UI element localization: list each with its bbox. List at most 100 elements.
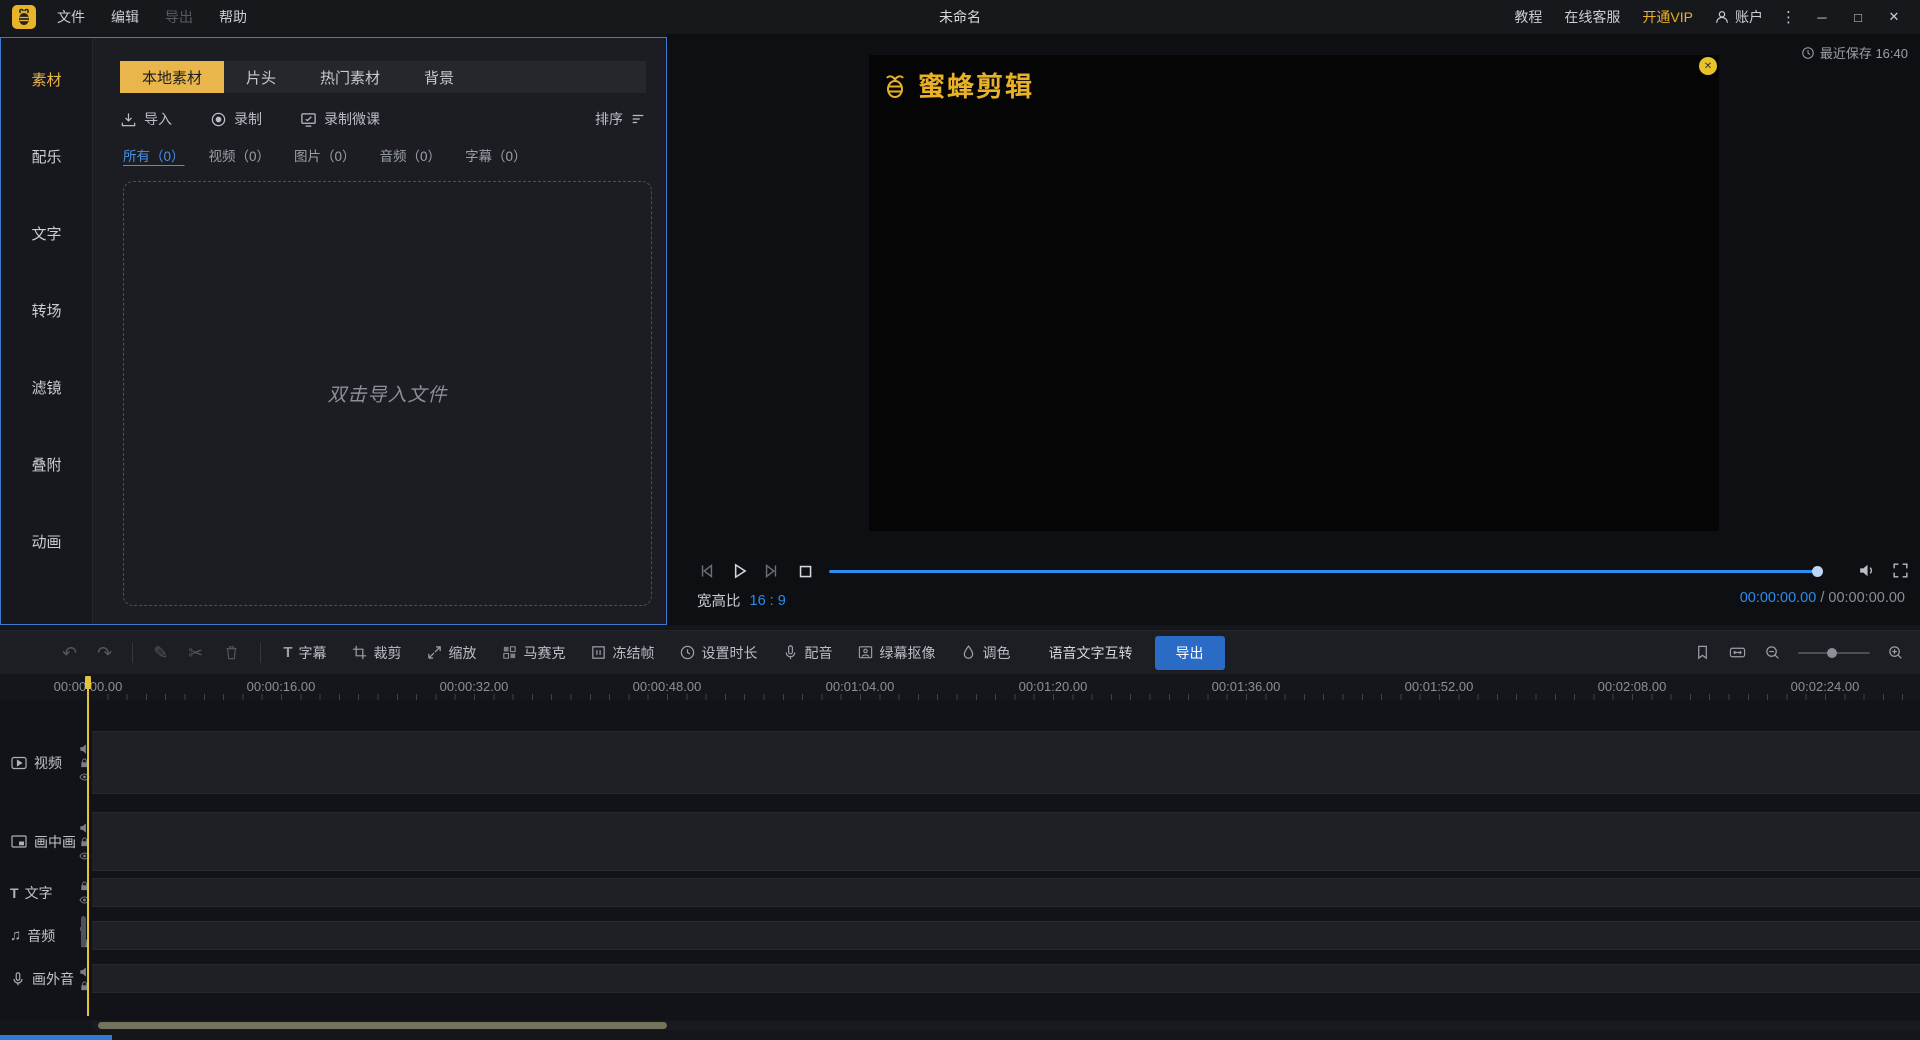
- menu-help[interactable]: 帮助: [206, 7, 260, 27]
- zoom-tool-button[interactable]: 缩放: [426, 643, 477, 663]
- bottom-scrollbar[interactable]: [0, 1035, 112, 1040]
- crop-icon: [351, 644, 368, 661]
- online-support-link[interactable]: 在线客服: [1553, 7, 1631, 27]
- record-lecture-label: 录制微课: [324, 111, 380, 127]
- stop-button[interactable]: [795, 561, 815, 581]
- ruler-label: 00:01:04.00: [825, 679, 895, 694]
- play-button[interactable]: [729, 561, 749, 581]
- export-button[interactable]: 导出: [1154, 635, 1225, 670]
- audio-track-lane[interactable]: [92, 921, 1920, 950]
- marker-flag-icon[interactable]: [1694, 644, 1711, 661]
- tutorial-link[interactable]: 教程: [1503, 7, 1553, 27]
- timecodes: 00:00:00.00 / 00:00:00.00: [1740, 590, 1905, 606]
- tool-label: 设置时长: [701, 644, 758, 661]
- timeline-ruler[interactable]: 00:00:00.00 00:00:16.00 00:00:32.00 00:0…: [0, 674, 1920, 700]
- import-dropzone[interactable]: 双击导入文件: [123, 181, 652, 606]
- menu-export[interactable]: 导出: [152, 7, 206, 27]
- filter-audio[interactable]: 音频（0）: [380, 145, 442, 165]
- toolbar-divider: [132, 642, 134, 663]
- edit-pencil-icon[interactable]: ✎: [153, 644, 168, 662]
- text-track-lane[interactable]: [92, 878, 1920, 907]
- menu-file[interactable]: 文件: [44, 7, 98, 27]
- tool-label: 调色: [982, 644, 1011, 661]
- fullscreen-icon[interactable]: [1891, 561, 1910, 580]
- filter-subtitle[interactable]: 字幕（0）: [465, 145, 527, 165]
- menubar: 文件 编辑 导出 帮助 未命名 教程 在线客服 开通VIP 账户 ⋮ ─ □ ✕: [0, 0, 1920, 34]
- zoom-out-icon[interactable]: [1764, 644, 1781, 661]
- pip-track-lane[interactable]: [92, 812, 1920, 871]
- watermark-text: 蜜蜂剪辑: [918, 72, 1034, 102]
- previous-frame-button[interactable]: [697, 561, 717, 581]
- seek-slider[interactable]: [829, 566, 1823, 577]
- tool-label: 马赛克: [523, 644, 566, 661]
- timeline-zoom-handle[interactable]: [1827, 647, 1837, 658]
- green-screen-tool-button[interactable]: 绿幕抠像: [857, 643, 936, 663]
- timeline-scrollbar-thumb[interactable]: [98, 1022, 667, 1029]
- freeze-frame-tool-button[interactable]: 冻结帧: [590, 643, 655, 663]
- sidebar-item-overlay[interactable]: 叠附: [1, 426, 92, 503]
- track-label: 画外音: [32, 970, 74, 987]
- subtitle-tool-button[interactable]: T 字幕: [283, 643, 326, 663]
- volume-icon[interactable]: [1857, 561, 1876, 580]
- account-button[interactable]: 账户: [1704, 7, 1773, 27]
- sidebar-item-filter[interactable]: 滤镜: [1, 349, 92, 426]
- tab-hot-material[interactable]: 热门素材: [298, 61, 402, 93]
- watermark-close-button[interactable]: ✕: [1699, 57, 1717, 75]
- tracks-vertical-scrollbar[interactable]: [81, 916, 86, 947]
- redo-icon[interactable]: ↷: [97, 644, 112, 662]
- next-frame-button[interactable]: [761, 561, 781, 581]
- color-grade-tool-button[interactable]: 调色: [960, 643, 1011, 663]
- menu-edit[interactable]: 编辑: [98, 7, 152, 27]
- sidebar-item-material[interactable]: 素材: [1, 41, 92, 118]
- seek-handle[interactable]: [1812, 566, 1823, 577]
- speech-text-convert-button[interactable]: 语音文字互转: [1049, 643, 1133, 663]
- video-track-icon: [10, 754, 28, 772]
- more-menu-icon[interactable]: ⋮: [1773, 8, 1804, 26]
- playhead[interactable]: [85, 676, 91, 1016]
- aspect-value[interactable]: 16 : 9: [750, 593, 786, 609]
- close-button[interactable]: ✕: [1876, 0, 1912, 34]
- undo-icon[interactable]: ↶: [62, 644, 77, 662]
- delete-trash-icon[interactable]: [223, 644, 240, 661]
- playhead-handle[interactable]: [85, 676, 91, 689]
- sidebar-item-music[interactable]: 配乐: [1, 118, 92, 195]
- vip-link[interactable]: 开通VIP: [1631, 7, 1704, 27]
- record-button[interactable]: 录制: [210, 109, 262, 129]
- ruler-label: 00:00:16.00: [246, 679, 316, 694]
- toolbar-divider: [260, 642, 262, 663]
- video-track-lane[interactable]: [92, 731, 1920, 794]
- clock-icon: [679, 644, 696, 661]
- account-label: 账户: [1735, 9, 1763, 25]
- minimize-button[interactable]: ─: [1804, 0, 1840, 34]
- crop-tool-button[interactable]: 裁剪: [351, 643, 402, 663]
- filter-all[interactable]: 所有（0）: [123, 145, 185, 165]
- sidebar-item-transition[interactable]: 转场: [1, 272, 92, 349]
- filter-image[interactable]: 图片（0）: [294, 145, 356, 165]
- ruler-label: 00:01:20.00: [1018, 679, 1088, 694]
- timeline-zoom-slider[interactable]: [1798, 647, 1870, 658]
- material-tabs: 本地素材 片头 热门素材 背景: [120, 61, 646, 93]
- watermark-bee-icon: [879, 69, 911, 101]
- zoom-in-icon[interactable]: [1887, 644, 1904, 661]
- fit-timeline-icon[interactable]: [1728, 644, 1747, 661]
- maximize-button[interactable]: □: [1840, 0, 1876, 34]
- sidebar-item-animation[interactable]: 动画: [1, 503, 92, 580]
- sidebar-item-text[interactable]: 文字: [1, 195, 92, 272]
- sort-button[interactable]: 排序: [595, 109, 646, 129]
- autosave-text: 最近保存 16:40: [1819, 46, 1908, 61]
- material-panel: 本地素材 片头 热门素材 背景 导入 录制 录制微课 排序 所有（0） 视频（0…: [93, 38, 666, 624]
- mosaic-icon: [501, 644, 518, 661]
- tab-local-material[interactable]: 本地素材: [120, 61, 225, 93]
- dubbing-tool-button[interactable]: 配音: [782, 643, 833, 663]
- import-button[interactable]: 导入: [120, 109, 172, 129]
- filter-video[interactable]: 视频（0）: [209, 145, 271, 165]
- record-lecture-button[interactable]: 录制微课: [300, 109, 380, 129]
- time-separator: /: [1820, 590, 1825, 606]
- set-duration-tool-button[interactable]: 设置时长: [679, 643, 758, 663]
- tab-background[interactable]: 背景: [402, 61, 476, 93]
- split-scissors-icon[interactable]: ✂: [188, 644, 203, 662]
- voiceover-track-lane[interactable]: [92, 964, 1920, 993]
- autosave-icon: [1801, 46, 1815, 60]
- mosaic-tool-button[interactable]: 马赛克: [501, 643, 566, 663]
- tab-intro[interactable]: 片头: [224, 61, 298, 93]
